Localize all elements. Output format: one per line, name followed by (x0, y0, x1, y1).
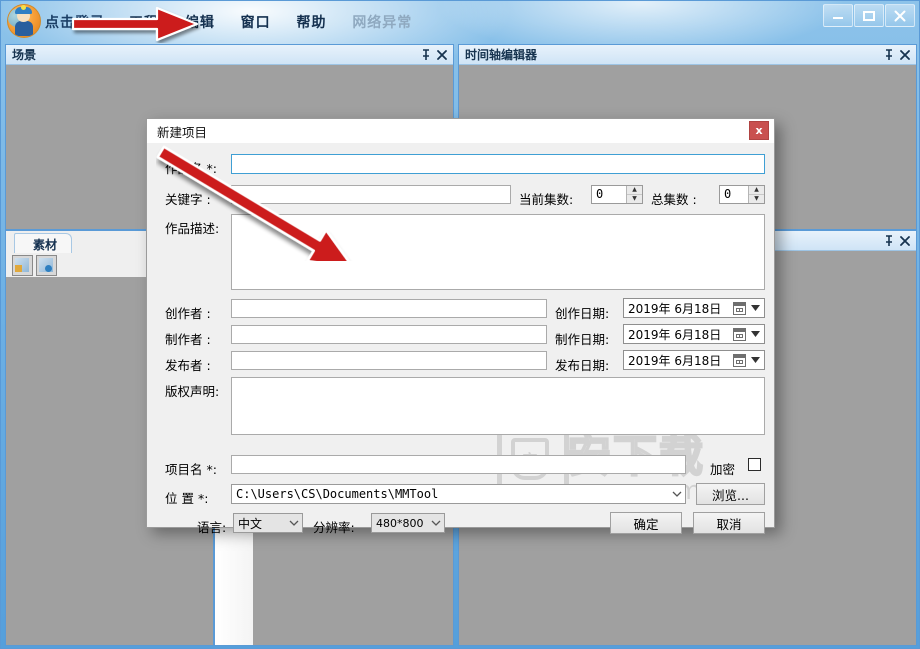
current-episode-label: 当前集数: (519, 192, 574, 207)
resolution-value: 480*800 (376, 516, 424, 530)
new-project-dialog: 新建项目 x 安 安下载 anxz.com 作品名 *: 关键字 : (146, 118, 775, 535)
project-name-label: 项目名 *: (165, 462, 217, 477)
close-icon[interactable] (898, 48, 912, 62)
producer-field-label: 制作者 : (165, 332, 211, 347)
total-episode-stepper[interactable]: 0 ▲ ▼ (719, 185, 765, 204)
dialog-titlebar: 新建项目 x (147, 119, 774, 144)
avatar-cap-dot (21, 5, 26, 10)
language-select[interactable]: 中文 (233, 513, 303, 533)
ok-button[interactable]: 确定 (610, 512, 682, 534)
dialog-body: 安 安下载 anxz.com 作品名 *: 关键字 : 当前集数: 0 ▲ ▼ (147, 143, 774, 535)
close-icon[interactable] (898, 234, 912, 248)
total-episode-spin-buttons[interactable]: ▲ ▼ (748, 186, 764, 203)
title-field-label: 作品名 *: (165, 161, 217, 176)
spin-down-icon[interactable]: ▼ (627, 195, 642, 203)
location-value: C:\Users\CS\Documents\MMTool (236, 487, 439, 501)
creator-date-picker[interactable]: 2019年 6月18日 (623, 298, 765, 318)
main-window-frame: 点击登录 工程 编辑 窗口 帮助 网络异常 场景 时间轴编辑器 素材 新建项目 … (0, 0, 920, 649)
creator-field-label: 创作者 : (165, 306, 211, 321)
chevron-down-icon[interactable] (428, 520, 444, 526)
window-titlebar: 点击登录 工程 编辑 窗口 帮助 网络异常 (1, 1, 920, 39)
language-value: 中文 (238, 516, 263, 531)
import-icon[interactable] (12, 254, 33, 276)
producer-date-picker[interactable]: 2019年 6月18日 (623, 324, 765, 344)
tab-material[interactable]: 素材 (14, 233, 73, 255)
description-field-label: 作品描述: (165, 221, 220, 236)
copyright-textarea[interactable] (231, 377, 765, 435)
chevron-down-icon[interactable] (748, 331, 762, 337)
publisher-field-label: 发布者 : (165, 358, 211, 373)
menu-item-window[interactable]: 窗口 (241, 12, 271, 32)
menu-item-network-status: 网络异常 (352, 15, 413, 31)
resolution-label: 分辨率: (313, 520, 355, 535)
publisher-input[interactable] (231, 351, 547, 370)
resolution-select[interactable]: 480*800 (371, 513, 445, 533)
menubar: 工程 编辑 窗口 帮助 网络异常 (129, 12, 434, 32)
window-controls (822, 4, 915, 27)
tab-material-label: 素材 (33, 237, 58, 252)
pin-icon[interactable] (882, 234, 896, 248)
timeline-panel-header: 时间轴编辑器 (459, 45, 916, 65)
location-combobox[interactable]: C:\Users\CS\Documents\MMTool (231, 484, 686, 504)
producer-input[interactable] (231, 325, 547, 344)
current-episode-value[interactable]: 0 (592, 186, 626, 203)
timeline-panel-title: 时间轴编辑器 (465, 48, 538, 62)
menu-item-project[interactable]: 工程 (129, 12, 159, 32)
chevron-down-icon[interactable] (748, 305, 762, 311)
description-textarea[interactable] (231, 214, 765, 290)
minimize-button[interactable] (823, 4, 853, 27)
application-window: 点击登录 工程 编辑 窗口 帮助 网络异常 场景 时间轴编辑器 素材 新建项目 … (0, 0, 920, 649)
creator-input[interactable] (231, 299, 547, 318)
scene-panel-header: 场景 (6, 45, 453, 65)
current-episode-stepper[interactable]: 0 ▲ ▼ (591, 185, 643, 204)
chevron-down-icon[interactable] (286, 520, 302, 526)
producer-date-label: 制作日期: (555, 332, 610, 347)
settings-icon[interactable] (36, 254, 57, 276)
project-name-input[interactable] (231, 455, 686, 474)
chevron-down-icon[interactable] (748, 357, 762, 363)
publisher-date-picker[interactable]: 2019年 6月18日 (623, 350, 765, 370)
dialog-title: 新建项目 (157, 124, 208, 140)
calendar-icon[interactable] (733, 301, 746, 315)
encrypt-checkbox[interactable] (748, 458, 761, 471)
avatar-body (15, 21, 33, 36)
current-episode-spin-buttons[interactable]: ▲ ▼ (626, 186, 642, 203)
close-icon[interactable] (435, 48, 449, 62)
dialog-close-button[interactable]: x (749, 121, 769, 140)
producer-date-value: 2019年 6月18日 (628, 327, 722, 342)
menu-item-help[interactable]: 帮助 (296, 12, 326, 32)
menu-item-edit[interactable]: 编辑 (185, 12, 215, 32)
scene-panel-title: 场景 (12, 48, 37, 62)
title-input[interactable] (231, 154, 765, 174)
maximize-button[interactable] (854, 4, 884, 27)
publisher-date-label: 发布日期: (555, 358, 610, 373)
copyright-field-label: 版权声明: (165, 384, 220, 399)
spin-up-icon[interactable]: ▲ (627, 186, 642, 195)
minimize-icon (833, 16, 843, 19)
language-label: 语言: (197, 520, 227, 535)
maximize-icon (863, 10, 875, 21)
avatar[interactable] (7, 4, 41, 38)
pin-icon[interactable] (882, 48, 896, 62)
spin-down-icon[interactable]: ▼ (749, 195, 764, 203)
keyword-input[interactable] (231, 185, 511, 204)
cancel-button[interactable]: 取消 (693, 512, 765, 534)
creator-date-label: 创作日期: (555, 306, 610, 321)
pin-icon[interactable] (419, 48, 433, 62)
calendar-icon[interactable] (733, 327, 746, 341)
chevron-down-icon[interactable] (669, 491, 685, 497)
close-icon (894, 10, 906, 21)
keyword-field-label: 关键字 : (165, 192, 211, 207)
publisher-date-value: 2019年 6月18日 (628, 353, 722, 368)
location-label: 位 置 *: (165, 491, 209, 506)
encrypt-label: 加密 (710, 462, 736, 477)
spin-up-icon[interactable]: ▲ (749, 186, 764, 195)
login-link[interactable]: 点击登录 (45, 12, 105, 32)
total-episode-label: 总集数 : (651, 192, 697, 207)
total-episode-value[interactable]: 0 (720, 186, 748, 203)
browse-button[interactable]: 浏览... (696, 483, 765, 505)
close-button[interactable] (885, 4, 915, 27)
creator-date-value: 2019年 6月18日 (628, 301, 722, 316)
calendar-icon[interactable] (733, 353, 746, 367)
